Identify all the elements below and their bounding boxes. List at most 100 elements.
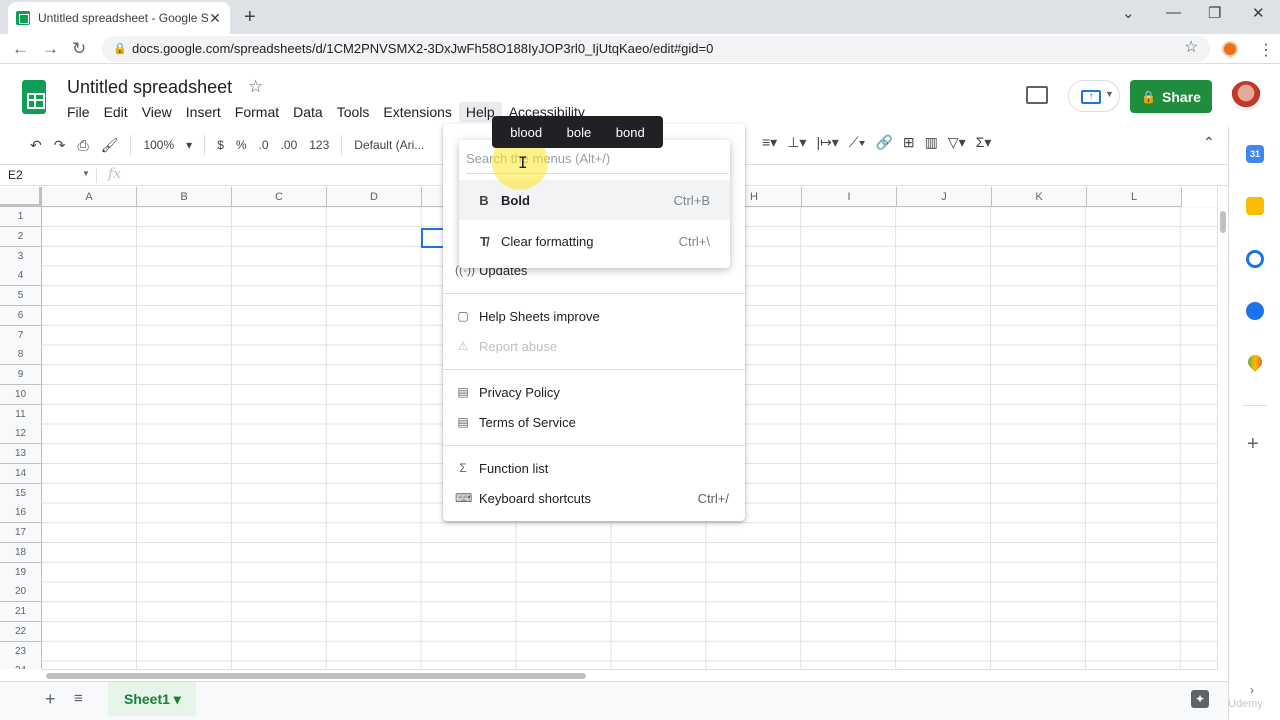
font-select[interactable]: Default (Ari... bbox=[348, 138, 430, 152]
menu-data[interactable]: Data bbox=[286, 102, 330, 122]
tab-search-chevron-icon[interactable]: ⌄ bbox=[1122, 4, 1135, 22]
column-header[interactable]: K bbox=[992, 187, 1087, 207]
menu-insert[interactable]: Insert bbox=[179, 102, 228, 122]
menu-item-function-list[interactable]: Σ Function list bbox=[443, 453, 745, 483]
row-header[interactable]: 1 bbox=[0, 207, 42, 227]
row-header[interactable]: 18 bbox=[0, 542, 42, 563]
sheets-logo-icon[interactable] bbox=[22, 80, 46, 114]
column-header[interactable]: B bbox=[137, 187, 232, 207]
column-header[interactable]: J bbox=[897, 187, 992, 207]
chevron-down-icon[interactable]: ▼ bbox=[82, 169, 90, 178]
row-header[interactable]: 12 bbox=[0, 424, 42, 445]
menu-file[interactable]: File bbox=[60, 102, 97, 122]
keep-icon[interactable] bbox=[1246, 197, 1264, 215]
paint-format-icon[interactable]: 🖌 bbox=[95, 137, 125, 154]
currency-format-button[interactable]: $ bbox=[211, 138, 230, 152]
column-header[interactable]: D bbox=[327, 187, 422, 207]
calendar-icon[interactable]: 31 bbox=[1246, 145, 1264, 163]
row-header[interactable]: 3 bbox=[0, 246, 42, 267]
row-header[interactable]: 5 bbox=[0, 286, 42, 306]
row-header[interactable]: 9 bbox=[0, 365, 42, 385]
sheet-tab[interactable]: Sheet1 ▾ bbox=[108, 682, 196, 716]
share-button[interactable]: 🔒 Share bbox=[1130, 80, 1212, 113]
decrease-decimal-button[interactable]: .0 bbox=[253, 138, 275, 152]
all-sheets-icon[interactable]: ≡ bbox=[74, 690, 83, 707]
hide-panel-icon[interactable]: › bbox=[1250, 683, 1254, 697]
row-header[interactable]: 20 bbox=[0, 582, 42, 603]
horizontal-align-icon[interactable]: ≡▾ bbox=[762, 134, 777, 151]
explore-icon[interactable]: ✦ bbox=[1191, 690, 1209, 708]
row-header[interactable]: 2 bbox=[0, 226, 42, 247]
menu-view[interactable]: View bbox=[135, 102, 179, 122]
horizontal-scrollbar[interactable] bbox=[42, 669, 1218, 681]
scroll-thumb[interactable] bbox=[1220, 211, 1226, 233]
present-button[interactable]: ↑ ▼ bbox=[1068, 80, 1120, 112]
menu-item-help-improve[interactable]: ▢ Help Sheets improve bbox=[443, 301, 745, 331]
vertical-scrollbar[interactable] bbox=[1217, 187, 1228, 669]
scroll-thumb[interactable] bbox=[46, 673, 586, 679]
more-formats-button[interactable]: 123 bbox=[303, 138, 335, 152]
forward-icon[interactable]: → bbox=[42, 39, 59, 59]
browser-menu-icon[interactable]: ⋮ bbox=[1258, 40, 1274, 60]
print-icon[interactable]: ⎙ bbox=[71, 137, 94, 154]
name-box[interactable]: E2 bbox=[8, 168, 23, 182]
menu-format[interactable]: Format bbox=[228, 102, 286, 122]
undo-icon[interactable]: ↶ bbox=[24, 137, 48, 154]
row-header[interactable]: 16 bbox=[0, 503, 42, 524]
contacts-icon[interactable] bbox=[1246, 302, 1264, 320]
selected-cell[interactable] bbox=[421, 228, 445, 248]
row-header[interactable]: 10 bbox=[0, 384, 42, 405]
functions-icon[interactable]: Σ▾ bbox=[976, 134, 992, 151]
row-header[interactable]: 14 bbox=[0, 463, 42, 484]
get-addons-icon[interactable]: + bbox=[1247, 433, 1259, 456]
row-header[interactable]: 13 bbox=[0, 444, 42, 464]
row-header[interactable]: 23 bbox=[0, 641, 42, 662]
avatar[interactable] bbox=[1231, 81, 1261, 111]
menu-tools[interactable]: Tools bbox=[330, 102, 377, 122]
row-header[interactable]: 8 bbox=[0, 345, 42, 366]
column-header[interactable]: L bbox=[1087, 187, 1182, 207]
insert-comment-icon[interactable]: ⊞ bbox=[903, 134, 915, 151]
row-header[interactable]: 11 bbox=[0, 404, 42, 425]
row-header[interactable]: 7 bbox=[0, 325, 42, 346]
chevron-down-icon[interactable]: ▾ bbox=[180, 138, 198, 152]
browser-tab[interactable]: Untitled spreadsheet - Google Sh ✕ bbox=[8, 2, 230, 34]
filter-icon[interactable]: ▽▾ bbox=[948, 134, 966, 151]
insert-chart-icon[interactable]: ▥ bbox=[925, 134, 938, 151]
collapse-toolbar-icon[interactable]: ⌃ bbox=[1203, 134, 1215, 151]
maximize-icon[interactable]: ❐ bbox=[1208, 4, 1221, 22]
zoom-select[interactable]: 100% bbox=[137, 138, 180, 152]
column-header[interactable]: A bbox=[42, 187, 137, 207]
redo-icon[interactable]: ↷ bbox=[48, 137, 72, 154]
search-result-clear-formatting[interactable]: T̸ Clear formatting Ctrl+\ bbox=[459, 221, 730, 261]
menu-edit[interactable]: Edit bbox=[97, 102, 135, 122]
new-tab-icon[interactable]: + bbox=[244, 6, 256, 29]
close-window-icon[interactable]: ✕ bbox=[1252, 4, 1265, 22]
menu-item-terms[interactable]: ▤ Terms of Service bbox=[443, 407, 745, 437]
back-icon[interactable]: ← bbox=[12, 39, 29, 59]
tasks-icon[interactable] bbox=[1246, 250, 1264, 268]
menu-item-privacy-policy[interactable]: ▤ Privacy Policy bbox=[443, 377, 745, 407]
menu-extensions[interactable]: Extensions bbox=[376, 102, 458, 122]
select-all-corner[interactable] bbox=[0, 187, 42, 207]
suggestion-item[interactable]: bond bbox=[616, 125, 645, 140]
row-header[interactable]: 4 bbox=[0, 266, 42, 287]
vertical-align-icon[interactable]: ⊥▾ bbox=[787, 134, 806, 151]
reload-icon[interactable]: ↻ bbox=[72, 39, 86, 59]
link-icon[interactable]: 🔗 bbox=[875, 134, 892, 151]
suggestion-item[interactable]: blood bbox=[510, 125, 542, 140]
row-header[interactable]: 22 bbox=[0, 621, 42, 642]
text-wrap-icon[interactable]: |↦▾ bbox=[816, 134, 838, 151]
row-header[interactable]: 21 bbox=[0, 602, 42, 622]
text-rotation-icon[interactable]: ⟋▾ bbox=[849, 134, 866, 151]
maps-icon[interactable] bbox=[1245, 352, 1265, 372]
row-header[interactable]: 6 bbox=[0, 305, 42, 326]
percent-format-button[interactable]: % bbox=[230, 138, 253, 152]
menu-item-keyboard-shortcuts[interactable]: ⌨ Keyboard shortcuts Ctrl+/ bbox=[443, 483, 745, 513]
search-result-bold[interactable]: B Bold Ctrl+B bbox=[459, 180, 730, 220]
minimize-icon[interactable]: — bbox=[1166, 4, 1181, 21]
column-header[interactable]: C bbox=[232, 187, 327, 207]
row-header[interactable]: 19 bbox=[0, 562, 42, 583]
suggestion-item[interactable]: bole bbox=[567, 125, 592, 140]
row-header[interactable]: 17 bbox=[0, 523, 42, 543]
